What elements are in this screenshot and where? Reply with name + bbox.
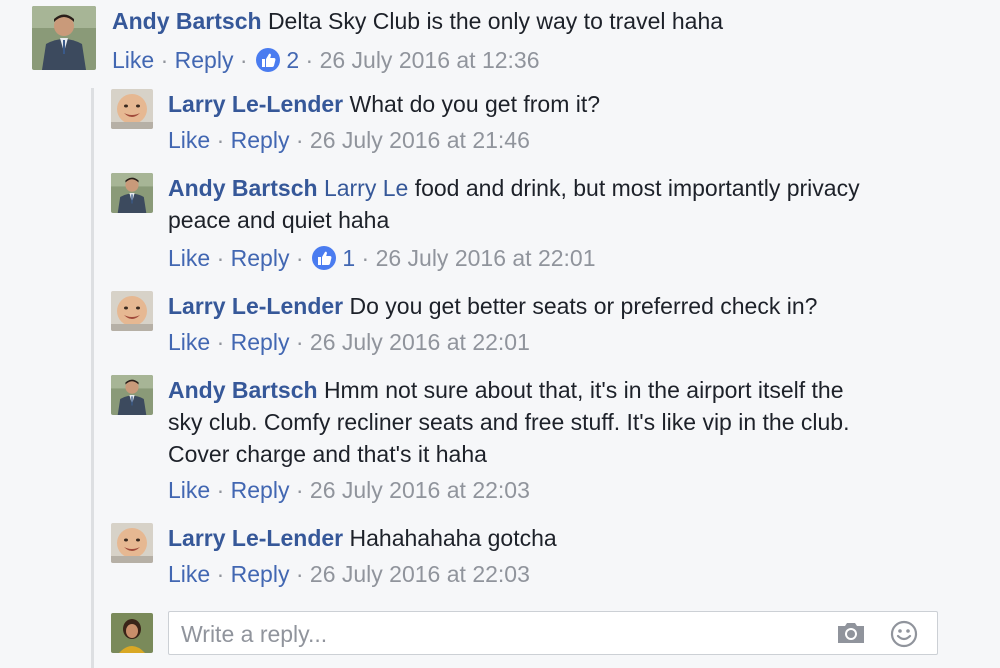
separator: · [295, 127, 304, 153]
timestamp[interactable]: 26 July 2016 at 22:03 [310, 477, 530, 503]
reply-link[interactable]: Reply [231, 329, 290, 355]
separator: · [295, 245, 304, 271]
separator: · [160, 47, 169, 73]
comment-text-line3: Cover charge and that's it haha [168, 441, 487, 467]
reply-box[interactable] [168, 611, 938, 655]
timestamp[interactable]: 26 July 2016 at 21:46 [310, 127, 530, 153]
like-link[interactable]: Like [168, 329, 210, 355]
top-comment: Andy Bartsch Delta Sky Club is the only … [112, 5, 723, 37]
separator: · [216, 561, 225, 587]
avatar-current-user [111, 613, 153, 653]
like-link[interactable]: Like [168, 127, 210, 153]
comment-text: Do you get better seats or preferred che… [349, 293, 818, 319]
thumbs-up-icon[interactable] [255, 48, 280, 72]
reply-input[interactable] [179, 618, 823, 650]
timestamp[interactable]: 26 July 2016 at 22:01 [310, 329, 530, 355]
comment-text-line2: sky club. Comfy recliner seats and free … [168, 409, 850, 435]
like-link[interactable]: Like [168, 477, 210, 503]
avatar-larry[interactable] [111, 291, 153, 331]
reply-comment: Andy Bartsch Hmm not sure about that, it… [168, 374, 849, 470]
comment-author[interactable]: Larry Le-Lender [168, 525, 343, 551]
comment-text: Delta Sky Club is the only way to travel… [267, 8, 724, 34]
reply-comment: Larry Le-Lender What do you get from it? [168, 88, 600, 120]
comment-actions: Like · Reply · 26 July 2016 at 22:01 [168, 326, 530, 358]
timestamp[interactable]: 26 July 2016 at 12:36 [320, 47, 540, 73]
comment-text: What do you get from it? [349, 91, 601, 117]
reply-link[interactable]: Reply [231, 245, 290, 271]
emoji-icon[interactable] [889, 619, 919, 654]
separator: · [305, 47, 314, 73]
timestamp[interactable]: 26 July 2016 at 22:03 [310, 561, 530, 587]
comment-author[interactable]: Andy Bartsch [168, 175, 318, 201]
separator: · [295, 329, 304, 355]
reply-link[interactable]: Reply [231, 477, 290, 503]
separator: · [239, 47, 248, 73]
comment-actions: Like · Reply · 26 July 2016 at 22:03 [168, 558, 530, 590]
thread-line [91, 88, 94, 668]
avatar-larry[interactable] [111, 523, 153, 563]
comment-text-line2: peace and quiet haha [168, 207, 390, 233]
like-link[interactable]: Like [168, 561, 210, 587]
comment-actions: Like · Reply · 1 · 26 July 2016 at 22:01 [168, 242, 596, 274]
separator: · [361, 245, 370, 271]
comment-author[interactable]: Andy Bartsch [168, 377, 318, 403]
reply-comment: Andy Bartsch Larry Le food and drink, bu… [168, 172, 860, 236]
like-count[interactable]: 2 [286, 47, 299, 73]
like-link[interactable]: Like [168, 245, 210, 271]
reply-link[interactable]: Reply [231, 127, 290, 153]
separator: · [216, 245, 225, 271]
reply-comment: Larry Le-Lender Do you get better seats … [168, 290, 817, 322]
comment-actions: Like · Reply · 26 July 2016 at 21:46 [168, 124, 530, 156]
thumbs-up-icon[interactable] [311, 246, 336, 270]
comment-actions: Like · Reply · 26 July 2016 at 22:03 [168, 474, 530, 506]
avatar-andy-bartsch[interactable] [111, 375, 153, 415]
comment-author[interactable]: Larry Le-Lender [168, 293, 343, 319]
mention-tag[interactable]: Larry Le [324, 175, 408, 201]
comment-text-line1: food and drink, but most importantly pri… [414, 175, 860, 201]
reply-link[interactable]: Reply [175, 47, 234, 73]
separator: · [216, 329, 225, 355]
reply-link[interactable]: Reply [231, 561, 290, 587]
separator: · [216, 127, 225, 153]
avatar-andy-bartsch[interactable] [111, 173, 153, 213]
like-link[interactable]: Like [112, 47, 154, 73]
reply-comment: Larry Le-Lender Hahahahaha gotcha [168, 522, 557, 554]
timestamp[interactable]: 26 July 2016 at 22:01 [376, 245, 596, 271]
separator: · [295, 561, 304, 587]
comment-text: Hahahahaha gotcha [349, 525, 557, 551]
avatar-andy-bartsch[interactable] [32, 6, 96, 70]
comment-author[interactable]: Andy Bartsch [112, 8, 262, 34]
separator: · [295, 477, 304, 503]
avatar-larry[interactable] [111, 89, 153, 129]
camera-icon[interactable] [835, 619, 867, 652]
like-count[interactable]: 1 [342, 245, 355, 271]
comment-author[interactable]: Larry Le-Lender [168, 91, 343, 117]
comment-text-line1: Hmm not sure about that, it's in the air… [323, 377, 844, 403]
separator: · [216, 477, 225, 503]
comment-actions: Like · Reply · 2 · 26 July 2016 at 12:36 [112, 44, 540, 76]
